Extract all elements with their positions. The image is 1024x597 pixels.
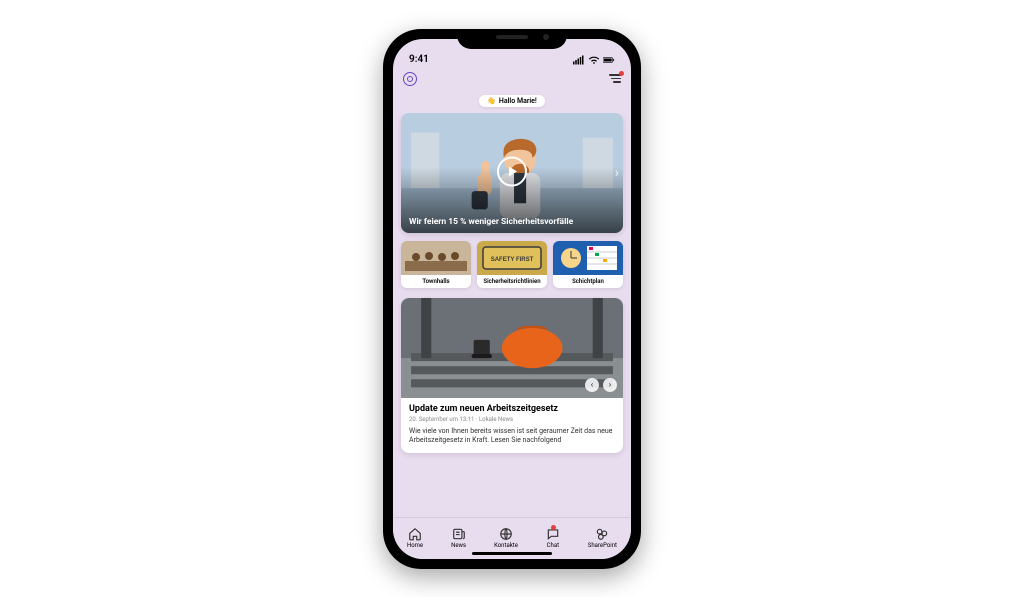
tab-news[interactable]: News [451, 527, 466, 549]
greeting-text: Hallo Marie! [499, 97, 537, 105]
content-scroll[interactable]: › Wir feiern 15 % weniger Sicherheitsvor… [393, 113, 631, 517]
wifi-icon [588, 55, 600, 65]
news-title: Update zum neuen Arbeitszeitgesetz [409, 404, 615, 414]
news-image: ‹ › [401, 298, 623, 398]
app-header [393, 67, 631, 91]
wave-icon: 👋 [487, 97, 496, 105]
chat-badge [551, 525, 556, 530]
news-icon [452, 527, 466, 541]
tab-label: Home [407, 542, 423, 549]
news-card[interactable]: ‹ › Update zum neuen Arbeitszeitgesetz 2… [401, 298, 623, 454]
quick-tiles: Townhalls SAFETY FIRST Sicherheitsrichtl… [401, 241, 623, 288]
svg-text:SAFETY FIRST: SAFETY FIRST [491, 257, 534, 263]
status-time: 9:41 [409, 54, 429, 65]
app-logo[interactable] [403, 72, 417, 86]
tab-label: News [451, 542, 466, 549]
hero-video-card[interactable]: › Wir feiern 15 % weniger Sicherheitsvor… [401, 113, 623, 233]
tile-schedule[interactable]: Schichtplan [553, 241, 623, 288]
tab-label: Kontakte [494, 542, 518, 549]
sharepoint-icon [595, 527, 609, 541]
cellular-icon [573, 55, 585, 65]
tab-home[interactable]: Home [407, 527, 423, 549]
tab-chat[interactable]: Chat [546, 527, 560, 549]
tab-label: SharePoint [588, 542, 617, 549]
play-icon[interactable] [497, 156, 527, 186]
tile-label: Sicherheitsrichtlinien [477, 275, 547, 288]
tab-sharepoint[interactable]: SharePoint [588, 527, 617, 549]
home-indicator[interactable] [472, 552, 552, 555]
tile-image [401, 241, 471, 275]
menu-button[interactable] [609, 74, 621, 83]
battery-icon [603, 55, 615, 65]
contacts-icon [499, 527, 513, 541]
greeting-pill: 👋 Hallo Marie! [479, 95, 545, 107]
device-notch [457, 29, 567, 49]
home-icon [408, 527, 422, 541]
card-prev-icon[interactable]: ‹ [585, 378, 599, 392]
tab-label: Chat [547, 542, 559, 549]
news-meta: 20. September um 13:11 · Lokale News [409, 416, 615, 423]
tab-contacts[interactable]: Kontakte [494, 527, 518, 549]
hero-title: Wir feiern 15 % weniger Sicherheitsvorfä… [409, 217, 615, 227]
tile-image: SAFETY FIRST [477, 241, 547, 275]
hero-next-arrow[interactable]: › [615, 165, 619, 181]
screen: 9:41 👋 Hallo Marie! [393, 39, 631, 559]
news-excerpt: Wie viele von Ihnen bereits wissen ist s… [409, 427, 615, 446]
tile-label: Townhalls [401, 275, 471, 288]
tile-townhalls[interactable]: Townhalls [401, 241, 471, 288]
card-next-icon[interactable]: › [603, 378, 617, 392]
tile-safety[interactable]: SAFETY FIRST Sicherheitsrichtlinien [477, 241, 547, 288]
notification-badge [619, 71, 624, 76]
tile-label: Schichtplan [553, 275, 623, 288]
phone-frame: 9:41 👋 Hallo Marie! [383, 29, 641, 569]
tile-image [553, 241, 623, 275]
